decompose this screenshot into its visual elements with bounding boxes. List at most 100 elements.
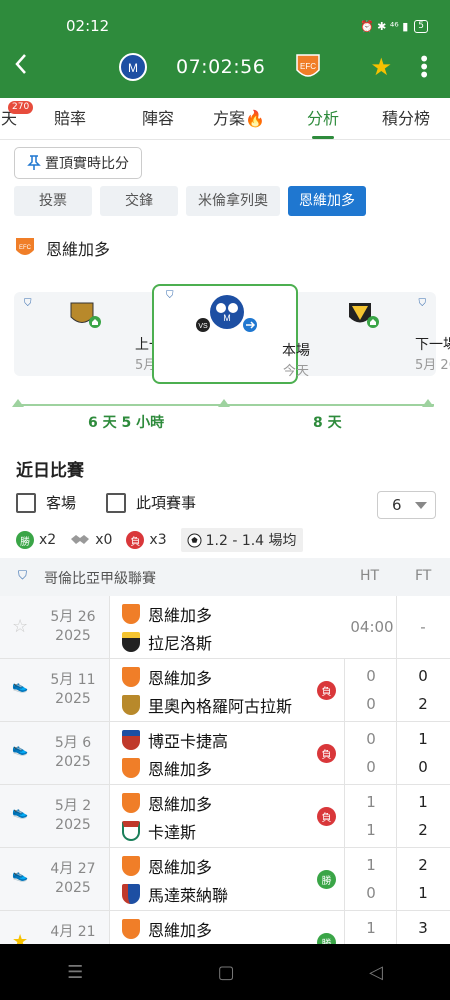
shoe-icon: 👟 (12, 742, 29, 757)
filter-millonarios[interactable]: 米倫拿列奧 (186, 186, 280, 216)
match-date: 5月 11 (50, 672, 96, 688)
boyaca-chico-logo-icon (122, 730, 140, 750)
away-team-name: 恩維加多 (148, 760, 213, 779)
envigado-logo-icon (122, 667, 140, 687)
ft-home-score: 1 (418, 793, 428, 811)
column-divider (344, 722, 345, 784)
star-outline-icon[interactable]: ☆ (12, 616, 28, 637)
goals-average-text: 1.2 - 1.4 場均 (205, 533, 297, 549)
tab-plans-label: 方案🔥 (213, 109, 265, 128)
loss-count: x3 (149, 532, 167, 548)
match-row[interactable]: ☆ 5月 26 2025 恩維加多 拉尼洛斯 04:00 - (0, 596, 450, 659)
league-header: ⛉ 哥倫比亞甲級聯賽 HT FT (0, 558, 450, 596)
result-loss-badge: 負 (317, 744, 336, 763)
home-team-name: 恩維加多 (148, 858, 213, 877)
ft-home-score: 2 (418, 856, 428, 874)
top-bar: 02:12 ⏰ ✱ ⁴⁶ ▮ 5 M 07:02:56 EFC ★ • • • (0, 0, 450, 98)
pin-icon (27, 155, 41, 170)
more-options-icon[interactable]: • • • (418, 49, 430, 85)
svg-text:EFC: EFC (300, 62, 316, 71)
match-header: M 07:02:56 EFC ★ • • • (0, 44, 450, 90)
match-date: 5月 2 (54, 798, 92, 814)
recent-matches-title: 近日比賽 (16, 461, 84, 481)
pin-live-score-button[interactable]: 置頂實時比分 (14, 147, 142, 179)
recent-apps-icon[interactable]: ☰ (67, 962, 83, 983)
once-caldas-logo-icon (122, 821, 140, 841)
league-icon: ⛉ (24, 298, 32, 309)
away-checkbox[interactable] (16, 492, 36, 513)
tab-lineup[interactable]: 陣容 (122, 98, 194, 139)
match-date: 4月 27 (50, 861, 96, 877)
analysis-filter-bar: 投票 交鋒 米倫拿列奧 恩維加多 (14, 186, 366, 216)
loss-icon: 負 (126, 531, 145, 549)
home-team-logo[interactable]: M (118, 52, 148, 82)
battery-icon: 5 (414, 19, 428, 33)
match-row[interactable]: ★ 4月 21 恩維加多 勝 1 3 (0, 911, 450, 946)
away-team: 拉尼洛斯 (122, 630, 212, 654)
away-team: 恩維加多 (122, 756, 212, 780)
pin-button-label: 置頂實時比分 (45, 156, 129, 172)
match-date-cell: 👟 4月 27 2025 (0, 848, 110, 910)
win-icon: 勝 (16, 531, 34, 549)
ft-score: - (420, 618, 426, 636)
tab-odds[interactable]: 賠率 (18, 98, 122, 139)
win-count: x2 (39, 532, 57, 548)
tab-analysis-label: 分析 (306, 109, 339, 128)
ht-away-score: 1 (366, 821, 376, 839)
tab-plans[interactable]: 方案🔥 (194, 98, 284, 139)
back-nav-icon[interactable]: ◁ (369, 962, 383, 983)
match-row[interactable]: 👟 5月 2 2025 恩維加多 卡達斯 負 1 1 1 2 (0, 785, 450, 848)
home-icon[interactable]: ▢ (218, 962, 235, 983)
home-team-name: 恩維加多 (148, 606, 213, 625)
ft-home-score: 3 (418, 919, 428, 937)
timeline-marker (218, 399, 230, 407)
match-row[interactable]: 👟 4月 27 2025 恩維加多 馬達萊納聯 勝 1 0 2 1 (0, 848, 450, 911)
match-year: 2025 (55, 691, 91, 707)
match-date-cell: 👟 5月 6 2025 (0, 722, 110, 784)
svg-text:M: M (223, 313, 231, 323)
away-team-name: 拉尼洛斯 (148, 634, 213, 653)
tab-standings-label: 積分榜 (381, 109, 430, 128)
filter-head-to-head[interactable]: 交鋒 (100, 186, 178, 216)
match-date: 5月 26 (50, 609, 96, 625)
back-button[interactable] (0, 53, 42, 81)
kickoff-time: 04:00 (350, 618, 394, 636)
current-match-card[interactable]: ⛉ M VS 本場 今天 (152, 284, 310, 384)
match-time: 07:02:56 (176, 56, 266, 78)
match-row[interactable]: 👟 5月 11 2025 恩維加多 里奧內格羅阿古拉斯 負 0 0 0 2 (0, 659, 450, 722)
envigado-logo-icon: EFC (16, 238, 34, 255)
ht-away-score: 0 (366, 884, 376, 902)
column-divider (396, 848, 397, 910)
column-divider (396, 911, 397, 946)
this-competition-checkbox[interactable] (106, 492, 127, 513)
envigado-logo-icon (122, 758, 140, 778)
match-year: 2025 (55, 754, 91, 770)
next-match-date: 5月 26 (415, 358, 450, 373)
league-icon: ⛉ (418, 298, 427, 309)
envigado-logo-icon (122, 604, 140, 624)
ft-home-score: 1 (418, 730, 428, 748)
column-divider (396, 785, 397, 847)
match-date-cell: ★ 4月 21 (0, 911, 110, 946)
prev-match-card[interactable]: ⛉ 上一場 5月 11 (14, 292, 177, 376)
match-date: 5月 6 (54, 735, 92, 751)
ht-home-score: 0 (366, 667, 376, 685)
match-date-cell: 👟 5月 2 2025 (0, 785, 110, 847)
timeline-marker (422, 399, 434, 407)
system-nav-bar: ☰ ▢ ◁ (0, 944, 450, 1000)
recent-filters: 客場 此項賽事 (16, 492, 196, 513)
favorite-star-icon[interactable]: ★ (370, 53, 392, 81)
tab-analysis[interactable]: 分析 (284, 98, 362, 139)
result-win-badge: 勝 (317, 870, 336, 889)
match-row[interactable]: 👟 5月 6 2025 博亞卡捷高 恩維加多 負 0 0 1 0 (0, 722, 450, 785)
match-year: 2025 (55, 628, 91, 644)
match-count-select[interactable]: 6 (377, 491, 436, 519)
goals-average: 1.2 - 1.4 場均 (180, 528, 303, 552)
tab-standings[interactable]: 積分榜 (362, 98, 450, 139)
home-team: 恩維加多 (122, 854, 212, 878)
away-team-logo[interactable]: EFC (293, 52, 323, 82)
filter-envigado[interactable]: 恩維加多 (288, 186, 366, 216)
current-match-label: 本場 (282, 343, 310, 359)
ft-away-score: 2 (418, 821, 428, 839)
filter-vote[interactable]: 投票 (14, 186, 92, 216)
